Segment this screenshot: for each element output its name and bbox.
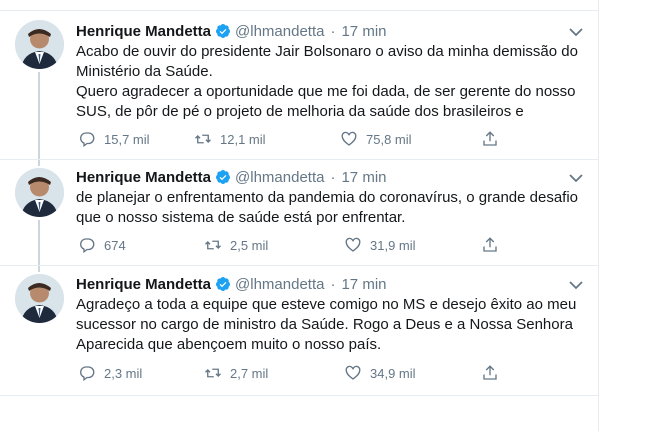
tweet-text-line: que o nosso sistema de saúde está por en… <box>76 209 406 226</box>
retweet-icon <box>205 240 221 250</box>
timestamp[interactable]: 17 min <box>341 276 386 293</box>
chevron-down-icon[interactable] <box>568 278 584 290</box>
retweet-button[interactable]: 12,1 mil <box>194 128 266 150</box>
like-icon <box>341 131 357 146</box>
avatar[interactable] <box>15 20 64 69</box>
avatar[interactable] <box>15 274 64 323</box>
chevron-down-icon[interactable] <box>568 171 584 183</box>
like-count: 31,9 mil <box>370 237 416 253</box>
tweet-text-line: SUS, de pôr de pé o projeto de melhoria … <box>76 103 524 120</box>
tweet-header: Henrique Mandetta @lhmandetta · 17 min <box>76 20 387 42</box>
reply-count: 2,3 mil <box>104 365 143 381</box>
retweet-count: 2,5 mil <box>230 237 269 253</box>
tweet-text-line: sucessor no cargo de ministro da Saúde. … <box>76 316 573 333</box>
tweet-header: Henrique Mandetta @lhmandetta · 17 min <box>76 273 387 295</box>
tweet-text-line: Quero agradecer a oportunidade que me fo… <box>76 83 576 100</box>
reply-icon <box>80 132 95 148</box>
reply-icon <box>80 366 95 382</box>
like-count: 75,8 mil <box>366 131 412 147</box>
like-button[interactable]: 75,8 mil <box>340 128 412 150</box>
timestamp[interactable]: 17 min <box>341 169 386 186</box>
action-bar: 674 2,5 mil 31,9 mil <box>76 234 516 256</box>
retweet-count: 2,7 mil <box>230 365 269 381</box>
verified-badge-icon <box>215 23 231 39</box>
reply-count: 15,7 mil <box>104 131 150 147</box>
like-icon <box>345 365 361 380</box>
handle[interactable]: @lhmandetta <box>235 23 324 40</box>
action-bar: 2,3 mil 2,7 mil 34,9 mil <box>76 362 516 384</box>
tweet-header: Henrique Mandetta @lhmandetta · 17 min <box>76 166 387 188</box>
display-name[interactable]: Henrique Mandetta <box>76 23 211 40</box>
timestamp[interactable]: 17 min <box>341 23 386 40</box>
retweet-icon <box>195 134 211 144</box>
action-bar: 15,7 mil 12,1 mil 75,8 mil <box>76 128 516 150</box>
like-button[interactable]: 31,9 mil <box>344 234 416 256</box>
like-button[interactable]: 34,9 mil <box>344 362 416 384</box>
tweet-text: Acabo de ouvir do presidente Jair Bolson… <box>76 42 582 122</box>
separator-dot: · <box>330 275 336 293</box>
separator-dot: · <box>330 168 336 186</box>
handle[interactable]: @lhmandetta <box>235 276 324 293</box>
retweet-icon <box>205 368 221 378</box>
share-button[interactable] <box>481 362 507 384</box>
like-count: 34,9 mil <box>370 365 416 381</box>
share-icon <box>483 131 497 146</box>
reply-button[interactable]: 674 <box>78 234 126 256</box>
tweet-text-line: de planejar o enfrentamento da pandemia … <box>76 189 579 206</box>
display-name[interactable]: Henrique Mandetta <box>76 276 211 293</box>
tweet-divider <box>0 395 598 396</box>
verified-badge-icon <box>215 276 231 292</box>
like-icon <box>345 237 361 252</box>
tweet-text: de planejar o enfrentamento da pandemia … <box>76 188 582 228</box>
reply-icon <box>80 238 95 254</box>
share-icon <box>483 365 497 380</box>
chevron-down-icon[interactable] <box>568 25 584 37</box>
avatar[interactable] <box>15 168 64 217</box>
share-button[interactable] <box>481 128 507 150</box>
tweet-text-line: Aparecida que abençoem muito o nosso paí… <box>76 336 382 353</box>
reply-button[interactable]: 2,3 mil <box>78 362 142 384</box>
tweet[interactable]: Henrique Mandetta @lhmandetta · 17 min A… <box>0 266 598 396</box>
tweet-text-line: Ministério da Saúde. <box>76 63 213 80</box>
verified-badge-icon <box>215 169 231 185</box>
separator-dot: · <box>330 22 336 40</box>
retweet-button[interactable]: 2,7 mil <box>204 362 268 384</box>
tweet-text: Agradeço a toda a equipe que esteve comi… <box>76 295 582 355</box>
handle[interactable]: @lhmandetta <box>235 169 324 186</box>
tweet-text-line: Acabo de ouvir do presidente Jair Bolson… <box>76 43 578 60</box>
reply-count: 674 <box>104 237 126 253</box>
display-name[interactable]: Henrique Mandetta <box>76 169 211 186</box>
reply-button[interactable]: 15,7 mil <box>78 128 150 150</box>
tweet[interactable]: Henrique Mandetta @lhmandetta · 17 min A… <box>0 0 598 160</box>
share-button[interactable] <box>481 234 507 256</box>
share-icon <box>483 237 497 252</box>
tweet[interactable]: Henrique Mandetta @lhmandetta · 17 min d… <box>0 160 598 266</box>
retweet-count: 12,1 mil <box>220 131 266 147</box>
tweet-text-line: Agradeço a toda a equipe que esteve comi… <box>76 296 577 313</box>
retweet-button[interactable]: 2,5 mil <box>204 234 268 256</box>
